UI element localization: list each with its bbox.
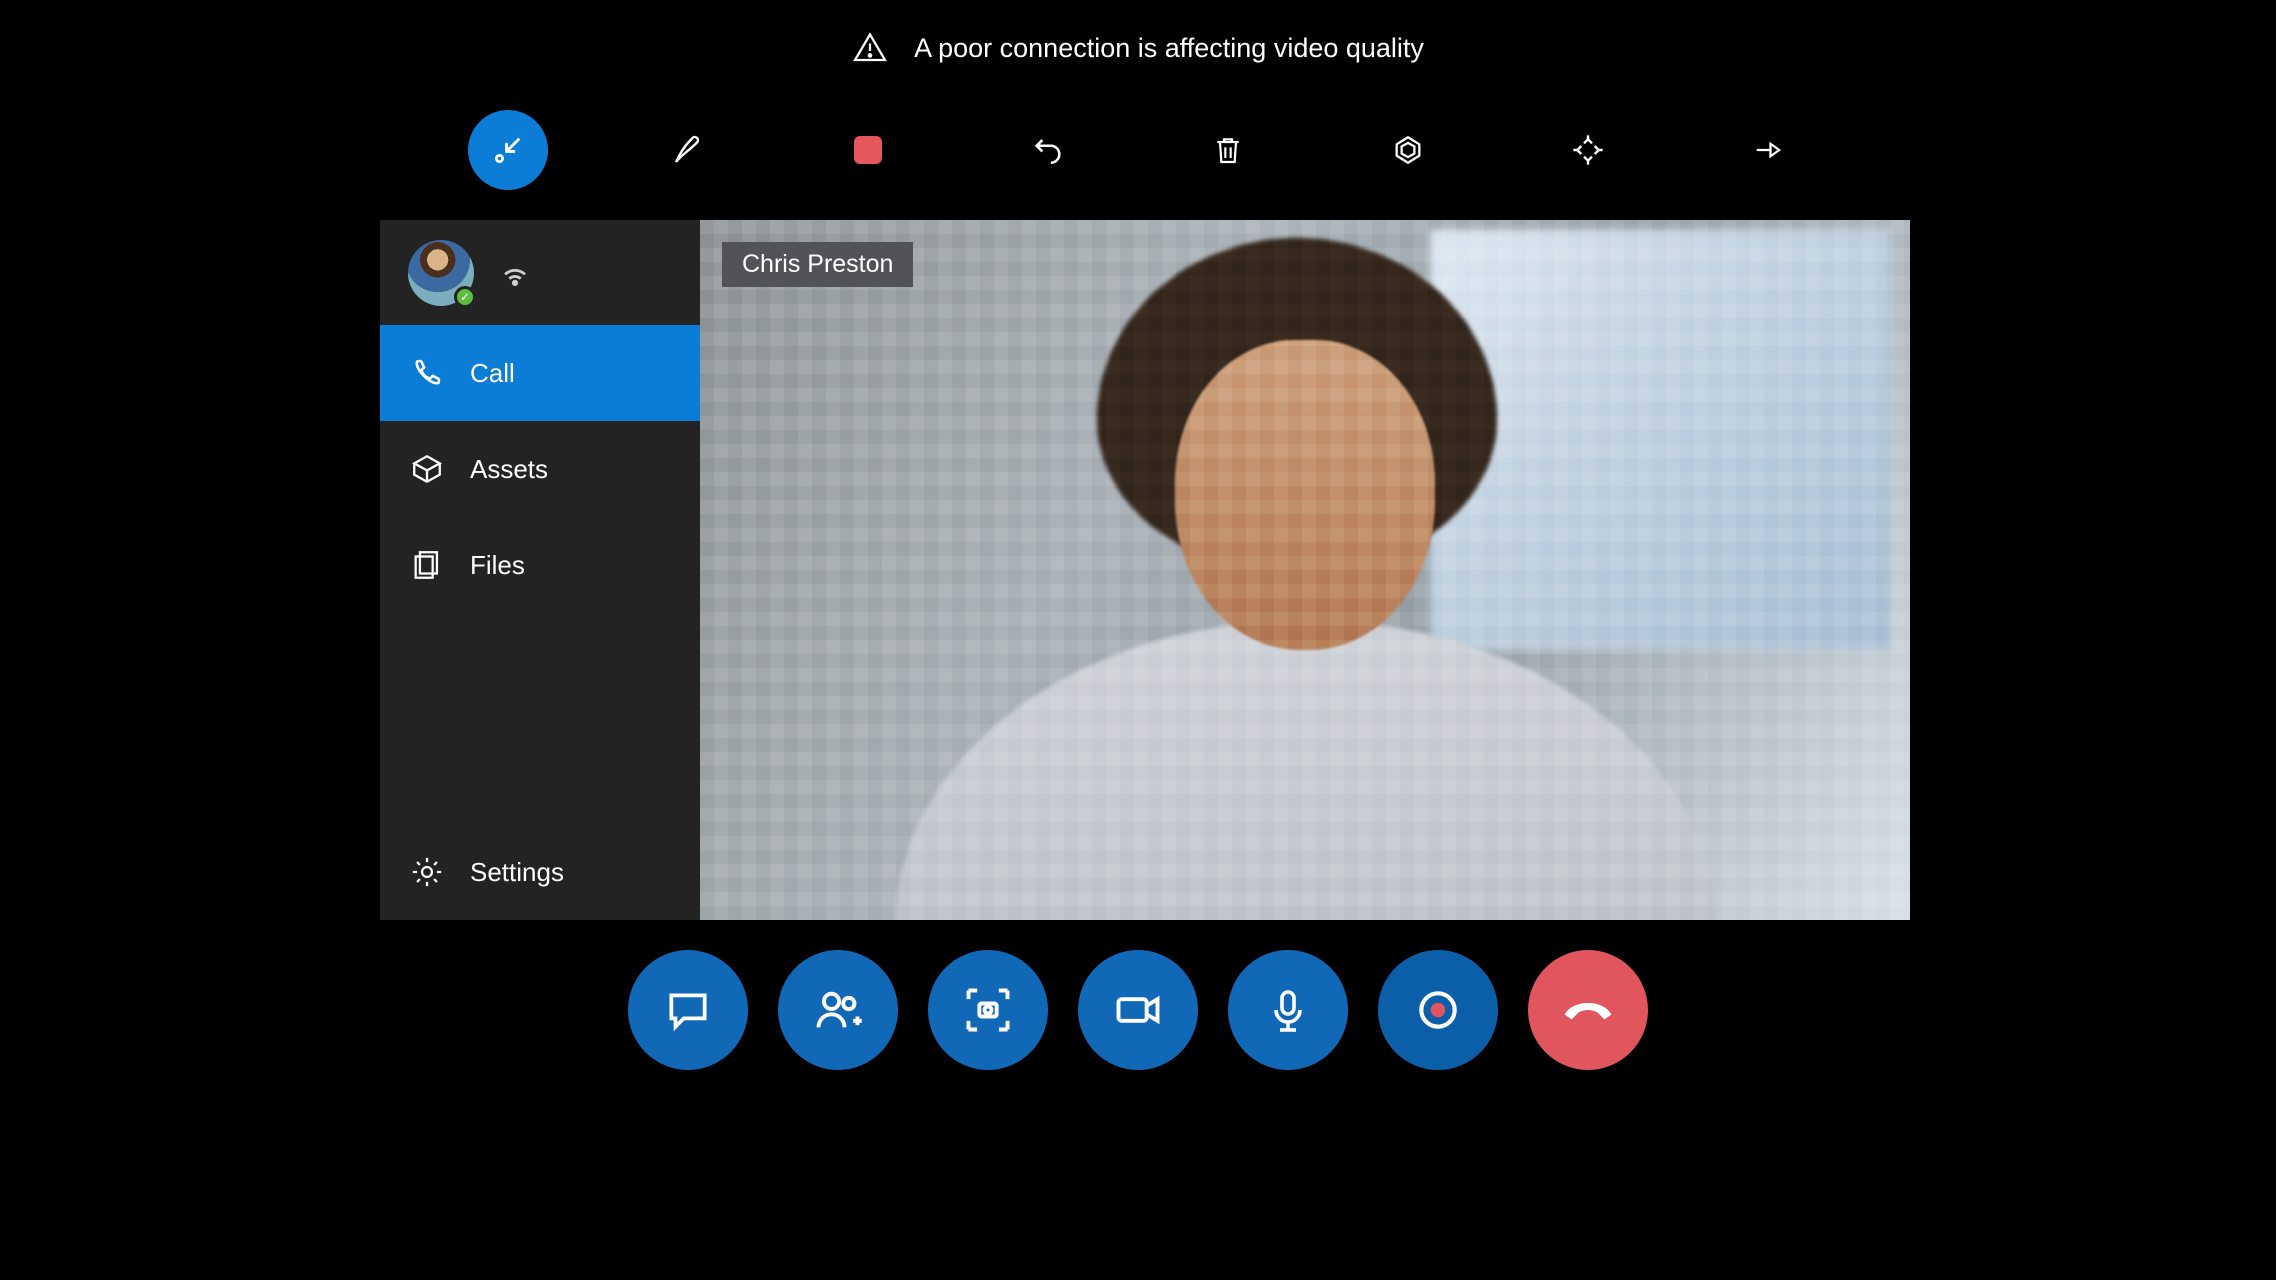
collapse-button[interactable] xyxy=(468,110,548,190)
sidebar: Call Assets Files xyxy=(380,220,700,920)
annotate-button[interactable] xyxy=(648,110,728,190)
files-icon xyxy=(410,548,444,582)
wifi-icon xyxy=(498,256,532,290)
record-stop-button[interactable] xyxy=(828,110,908,190)
sidebar-item-label: Assets xyxy=(470,454,548,485)
expand-button[interactable] xyxy=(1548,110,1628,190)
capture-button[interactable] xyxy=(928,950,1048,1070)
call-controls xyxy=(628,950,1648,1070)
add-participant-button[interactable] xyxy=(778,950,898,1070)
avatar[interactable] xyxy=(408,240,474,306)
sidebar-header xyxy=(380,220,700,325)
undo-button[interactable] xyxy=(1008,110,1088,190)
warning-icon xyxy=(852,30,888,66)
main-window: Call Assets Files xyxy=(380,220,1910,920)
connection-status-bar: A poor connection is affecting video qua… xyxy=(0,30,2276,66)
top-toolbar xyxy=(468,110,1808,190)
video-pane[interactable]: Chris Preston xyxy=(700,220,1910,920)
box-icon xyxy=(410,452,444,486)
hang-up-button[interactable] xyxy=(1528,950,1648,1070)
sidebar-item-label: Call xyxy=(470,358,515,389)
connection-status-text: A poor connection is affecting video qua… xyxy=(914,33,1424,64)
sidebar-item-label: Settings xyxy=(470,857,564,888)
gear-icon xyxy=(410,855,444,889)
sidebar-item-files[interactable]: Files xyxy=(380,517,700,613)
camera-button[interactable] xyxy=(1078,950,1198,1070)
record-button[interactable] xyxy=(1378,950,1498,1070)
delete-button[interactable] xyxy=(1188,110,1268,190)
pin-button[interactable] xyxy=(1728,110,1808,190)
sidebar-item-label: Files xyxy=(470,550,525,581)
sidebar-item-call[interactable]: Call xyxy=(380,325,700,421)
sidebar-item-assets[interactable]: Assets xyxy=(380,421,700,517)
presence-available-icon xyxy=(454,286,476,308)
microphone-button[interactable] xyxy=(1228,950,1348,1070)
sidebar-item-settings[interactable]: Settings xyxy=(380,824,700,920)
participant-name: Chris Preston xyxy=(742,250,893,278)
chat-button[interactable] xyxy=(628,950,748,1070)
phone-icon xyxy=(410,356,444,390)
square-icon xyxy=(854,136,882,164)
tag-button[interactable] xyxy=(1368,110,1448,190)
participant-name-tag: Chris Preston xyxy=(722,242,913,287)
